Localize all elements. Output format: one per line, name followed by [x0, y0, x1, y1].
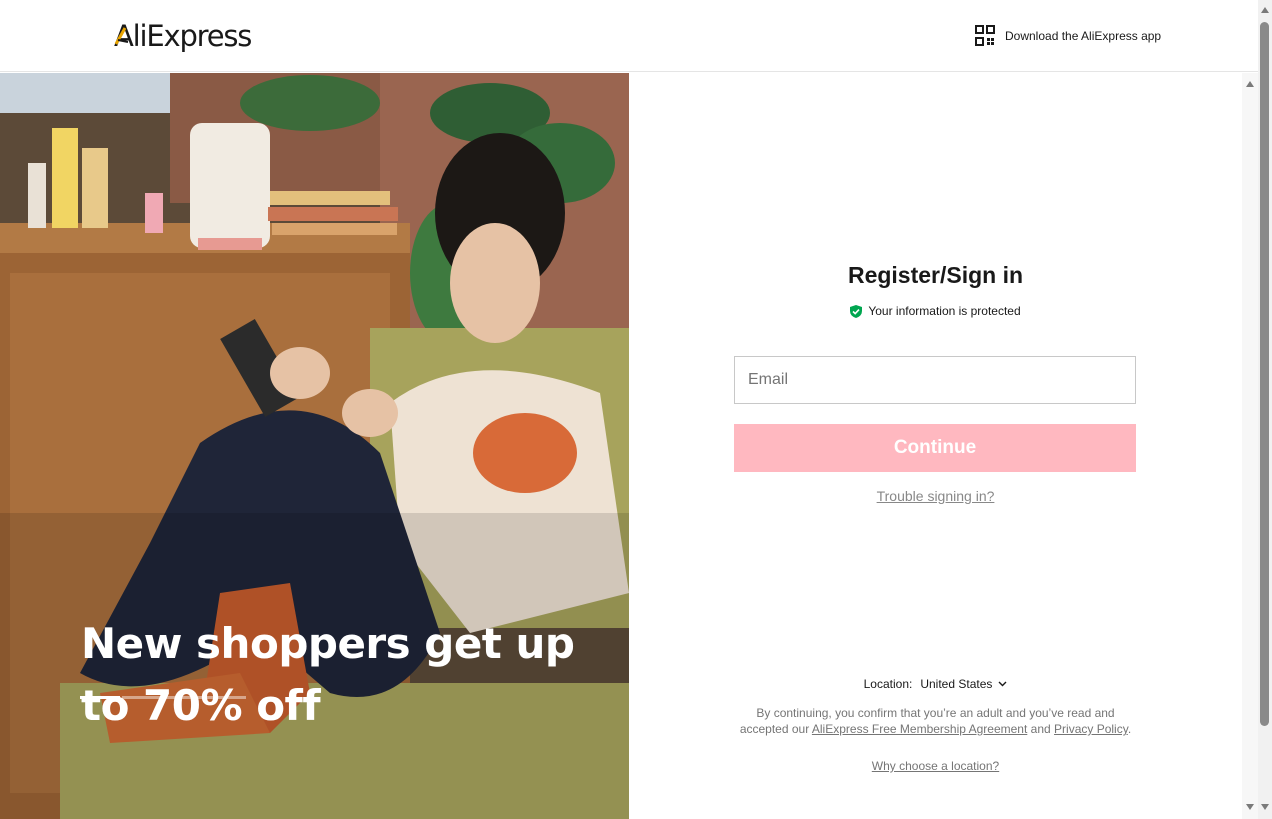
email-input[interactable] — [734, 356, 1136, 404]
location-dropdown[interactable]: United States — [920, 677, 1007, 691]
legal-suffix: . — [1127, 722, 1132, 736]
chevron-down-icon — [998, 681, 1007, 687]
privacy-policy-link[interactable]: Privacy Policy — [1054, 722, 1128, 736]
download-app-label: Download the AliExpress app — [1005, 28, 1162, 43]
scrollbar-thumb[interactable] — [1260, 22, 1269, 726]
scroll-up-arrow-icon[interactable] — [1246, 81, 1254, 87]
location-value: United States — [920, 677, 993, 691]
download-app-link[interactable]: Download the AliExpress app — [975, 25, 1161, 46]
scroll-up-arrow-icon[interactable] — [1261, 7, 1269, 13]
legal-notice: By continuing, you confirm that you’re a… — [739, 705, 1132, 737]
shield-check-icon — [850, 304, 863, 318]
qr-code-icon — [975, 25, 995, 46]
page-scrollbar[interactable] — [1258, 0, 1272, 819]
carousel-indicators — [80, 696, 246, 699]
trouble-signing-in-link[interactable]: Trouble signing in? — [629, 488, 1242, 504]
logo-swoosh-icon — [114, 27, 129, 45]
scroll-down-arrow-icon[interactable] — [1246, 804, 1254, 810]
logo-text: AliExpress — [114, 19, 252, 53]
carousel-dot[interactable] — [80, 696, 120, 699]
membership-agreement-link[interactable]: AliExpress Free Membership Agreement — [812, 722, 1027, 736]
panel-scrollbar[interactable] — [1242, 73, 1258, 819]
legal-and: and — [1030, 722, 1051, 736]
signin-title: Register/Sign in — [847, 262, 1024, 288]
hero-banner: New shoppers get up to 70% off — [0, 73, 629, 819]
carousel-dot[interactable] — [122, 696, 162, 699]
scroll-down-arrow-icon[interactable] — [1261, 804, 1269, 810]
carousel-dot[interactable] — [206, 696, 246, 699]
header: AliExpress Download the AliExpress app — [0, 0, 1258, 72]
continue-button[interactable]: Continue — [734, 424, 1136, 472]
location-label: Location: — [863, 677, 913, 691]
location-selector: Location: United States — [629, 677, 1242, 691]
protected-notice: Your information is protected — [629, 304, 1242, 318]
aliexpress-logo[interactable]: AliExpress — [114, 16, 252, 56]
carousel-dot[interactable] — [164, 696, 204, 699]
hero-headline: New shoppers get up to 70% off — [81, 619, 575, 730]
protected-text: Your information is protected — [868, 304, 1021, 318]
why-choose-location-link[interactable]: Why choose a location? — [629, 759, 1242, 773]
signin-panel: Register/Sign in Your information is pro… — [629, 73, 1242, 819]
